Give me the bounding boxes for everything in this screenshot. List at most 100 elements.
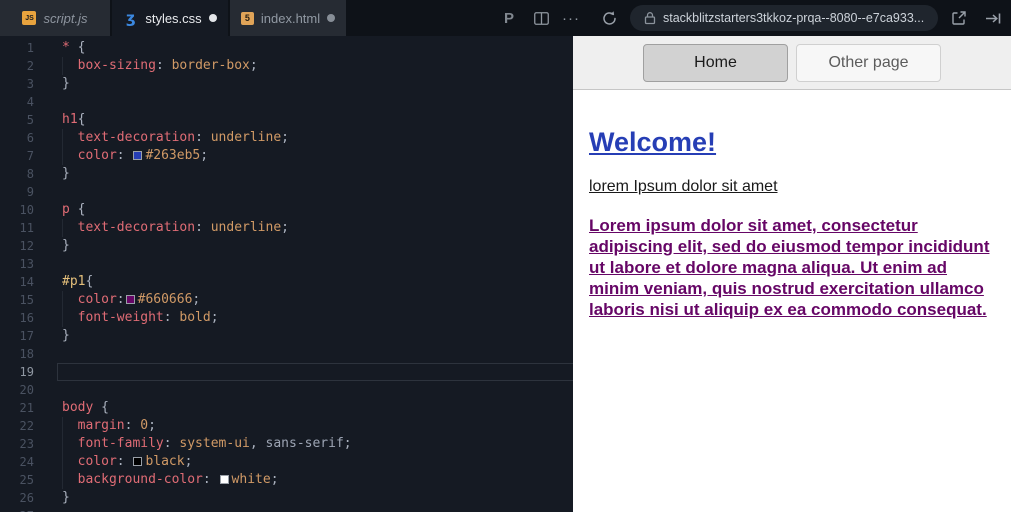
code-text: h1{ xyxy=(62,111,85,129)
code-line: 11 text-decoration: underline; xyxy=(0,219,573,237)
code-line: 15 color: #660666; xyxy=(0,291,573,309)
line-number: 14 xyxy=(19,275,34,289)
token-p: ; xyxy=(343,436,352,451)
token-p xyxy=(62,454,78,469)
token-p xyxy=(62,472,78,487)
code-line: 19 xyxy=(0,363,573,381)
code-line: 17} xyxy=(0,327,573,345)
line-number: 24 xyxy=(19,455,34,469)
code-line: 27 xyxy=(0,507,573,512)
code-line: 6 text-decoration: underline; xyxy=(0,129,573,147)
color-swatch[interactable] xyxy=(219,475,229,484)
token-p: : xyxy=(163,436,180,451)
token-p: ; xyxy=(192,292,201,307)
code-line: 7 color: #263eb5; xyxy=(0,147,573,165)
token-p: { xyxy=(69,40,86,55)
token-p: } xyxy=(62,76,70,91)
line-number: 6 xyxy=(26,131,34,145)
main-split: 1 * {2 box-sizing: border-box; 3} 4 5 h1{6 te… xyxy=(0,36,1011,512)
tab-styles.css[interactable]: ʒ styles.css xyxy=(112,0,228,36)
token-sel: body xyxy=(62,400,94,415)
prettier-icon[interactable]: P xyxy=(496,0,522,36)
code-editor[interactable]: 1 * {2 box-sizing: border-box; 3} 4 5 h1{6 te… xyxy=(0,36,573,512)
url-bar[interactable]: stackblitzstarters3tkkoz-prqa--8080--e7c… xyxy=(630,5,938,31)
line-number: 13 xyxy=(19,257,34,271)
line-number: 12 xyxy=(19,239,34,253)
code-line: 8} xyxy=(0,165,573,183)
line-number: 22 xyxy=(19,419,34,433)
lock-icon xyxy=(644,12,656,25)
token-p: } xyxy=(62,166,70,181)
token-p: { xyxy=(77,112,86,127)
css-file-icon: ʒ xyxy=(126,8,136,27)
token-p: } xyxy=(62,238,70,253)
code-text: p { xyxy=(62,201,85,219)
other-page-button[interactable]: Other page xyxy=(796,43,941,82)
token-p: { xyxy=(69,202,86,217)
preview-paragraph-2: Lorem ipsum dolor sit amet, consectetur … xyxy=(589,216,990,319)
token-prop: color xyxy=(77,148,117,163)
tab-filename: script.js xyxy=(43,10,88,26)
code-line: 23 font-family: system-ui, sans-serif; xyxy=(0,435,573,453)
token-val: 0 xyxy=(140,418,149,433)
token-p: ; xyxy=(184,454,193,469)
tab-index.html[interactable]: 5 index.html xyxy=(230,0,346,36)
open-external-icon[interactable] xyxy=(946,0,972,36)
url-text: stackblitzstarters3tkkoz-prqa--8080--e7c… xyxy=(662,11,924,25)
token-p: : xyxy=(202,472,219,487)
preview-nav-bar: Home Other page xyxy=(573,36,1011,90)
refresh-icon[interactable] xyxy=(596,0,622,36)
color-swatch[interactable] xyxy=(133,151,143,160)
home-button[interactable]: Home xyxy=(643,43,788,82)
open-in-side-panel-glyph xyxy=(985,13,1000,23)
open-external-glyph xyxy=(952,11,966,25)
code-text: #p1{ xyxy=(62,273,93,291)
line-number: 19 xyxy=(19,365,34,379)
token-p xyxy=(62,292,78,307)
token-p xyxy=(62,418,78,433)
token-p: ; xyxy=(200,148,209,163)
color-swatch[interactable] xyxy=(125,295,135,304)
token-p xyxy=(62,310,78,325)
line-number: 2 xyxy=(26,59,34,73)
token-p xyxy=(62,58,78,73)
code-text: } xyxy=(62,489,70,507)
token-p: { xyxy=(93,400,109,415)
current-line-highlight xyxy=(57,363,573,381)
code-text: color: #263eb5; xyxy=(62,147,208,165)
token-p: } xyxy=(62,328,70,343)
code-text: body { xyxy=(62,399,109,417)
token-p xyxy=(62,436,78,451)
modified-dot[interactable] xyxy=(327,14,336,22)
line-number: 5 xyxy=(26,113,34,127)
split-view-icon[interactable] xyxy=(528,0,554,36)
code-line: 16 font-weight: bold; xyxy=(0,309,573,327)
code-line: 25 background-color: white; xyxy=(0,471,573,489)
more-options-icon[interactable]: ··· xyxy=(558,0,584,36)
code-line: 10 p { xyxy=(0,201,573,219)
token-selid: #p1 xyxy=(62,274,86,289)
token-sel: h1 xyxy=(62,112,78,127)
token-p xyxy=(62,148,78,163)
tab-script.js[interactable]: JS script.js xyxy=(0,0,110,36)
preview-paragraph-1: lorem Ipsum dolor sit amet xyxy=(589,178,778,195)
code-text: margin: 0; xyxy=(62,417,156,435)
open-in-side-panel-icon[interactable] xyxy=(980,0,1006,36)
token-p: : xyxy=(195,220,211,235)
line-number: 15 xyxy=(19,293,34,307)
token-p xyxy=(62,130,78,145)
code-line: 22 margin: 0; xyxy=(0,417,573,435)
token-prop: text-decoration xyxy=(77,220,196,235)
code-line: 18 xyxy=(0,345,573,363)
code-text: text-decoration: underline; xyxy=(62,219,289,237)
split-view-glyph xyxy=(533,11,549,25)
token-p: ; xyxy=(148,418,156,433)
token-p: : xyxy=(116,454,133,469)
tab-filename: styles.css xyxy=(145,10,202,26)
token-val: bold xyxy=(179,310,211,325)
code-text: color: black; xyxy=(62,453,192,471)
code-line: 24 color: black; xyxy=(0,453,573,471)
code-text: box-sizing: border-box; xyxy=(62,57,258,75)
modified-dot[interactable] xyxy=(208,14,217,22)
color-swatch[interactable] xyxy=(133,457,143,466)
